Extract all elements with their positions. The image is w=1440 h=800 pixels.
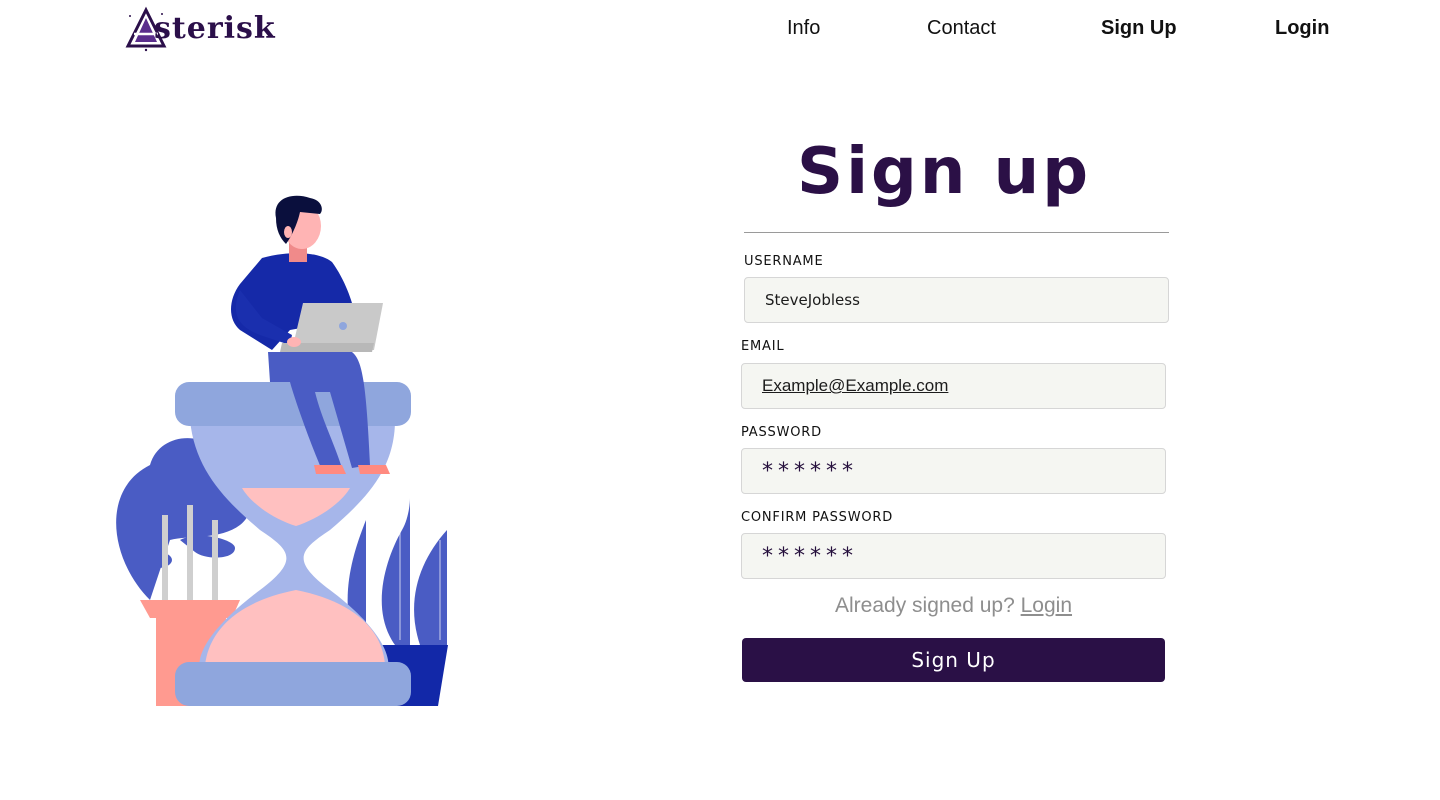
email-label: EMAIL bbox=[741, 339, 785, 354]
already-signed-up-label: Already signed up? bbox=[834, 594, 1015, 617]
title-divider bbox=[744, 232, 1169, 233]
sign-up-button[interactable]: Sign Up bbox=[742, 638, 1165, 682]
confirm-password-label: CONFIRM PASSWORD bbox=[741, 510, 894, 525]
password-input[interactable] bbox=[741, 448, 1166, 494]
nav-info-link[interactable]: Info bbox=[787, 16, 820, 40]
nav-signup-link[interactable]: Sign Up bbox=[1101, 16, 1177, 40]
confirm-password-input[interactable] bbox=[741, 533, 1166, 579]
username-input[interactable] bbox=[744, 277, 1169, 323]
password-label: PASSWORD bbox=[741, 425, 822, 440]
page-title: Sign up bbox=[796, 135, 1092, 209]
nav-contact-link[interactable]: Contact bbox=[927, 16, 996, 40]
nav-login-link[interactable]: Login bbox=[1275, 16, 1329, 40]
already-signed-up-text: Already signed up? Login bbox=[741, 594, 1166, 618]
username-label: USERNAME bbox=[744, 254, 824, 269]
email-input[interactable] bbox=[741, 363, 1166, 409]
login-link[interactable]: Login bbox=[1021, 594, 1072, 617]
person-on-hourglass-illustration bbox=[116, 195, 448, 706]
logo-text: sterisk bbox=[154, 11, 276, 46]
